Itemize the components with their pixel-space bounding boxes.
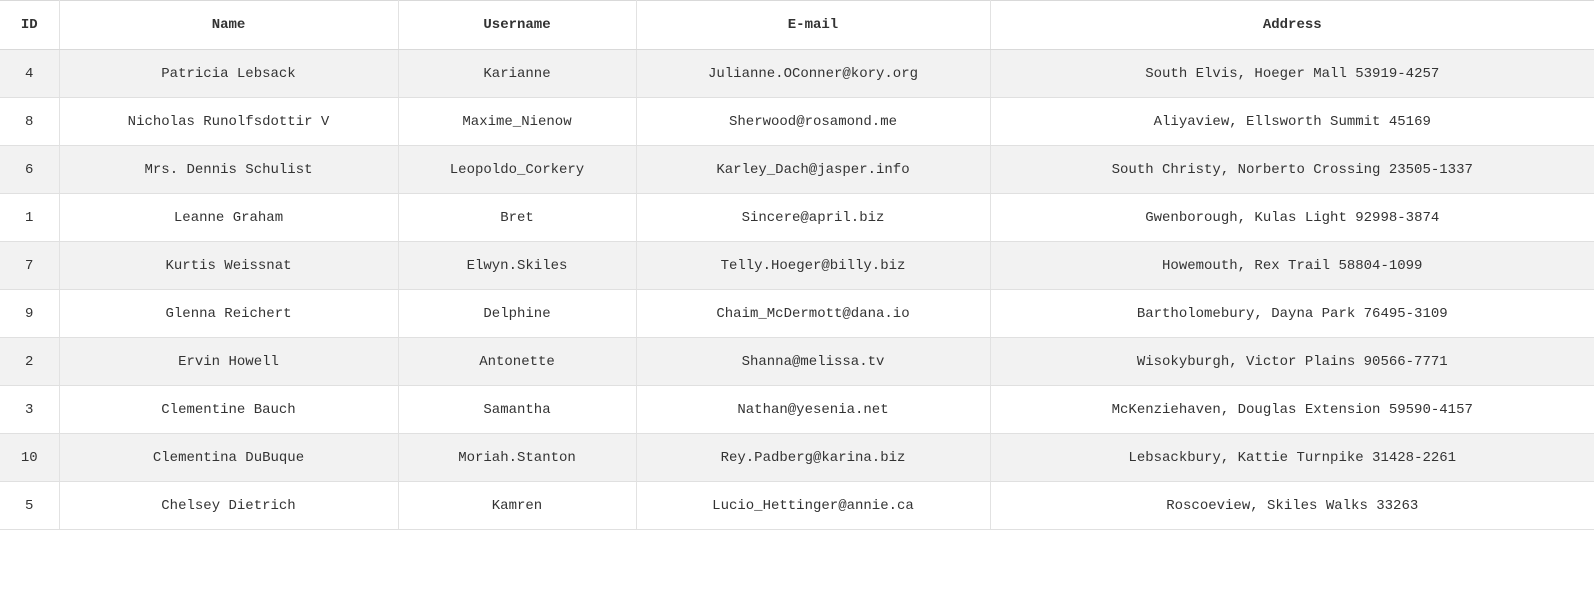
column-header-address[interactable]: Address (990, 0, 1594, 50)
cell-address: South Christy, Norberto Crossing 23505-1… (990, 145, 1594, 194)
column-header-name[interactable]: Name (59, 0, 399, 50)
cell-id: 9 (0, 289, 60, 338)
cell-email: Rey.Padberg@karina.biz (636, 433, 991, 482)
cell-email: Shanna@melissa.tv (636, 337, 991, 386)
cell-name: Mrs. Dennis Schulist (59, 145, 399, 194)
cell-id: 6 (0, 145, 60, 194)
cell-address: Bartholomebury, Dayna Park 76495-3109 (990, 289, 1594, 338)
cell-id: 5 (0, 481, 60, 530)
column-header-username[interactable]: Username (398, 0, 637, 50)
cell-address: Aliyaview, Ellsworth Summit 45169 (990, 97, 1594, 146)
users-table-container: ID Name Username E-mail Address 4 Patric… (0, 0, 1594, 530)
table-row[interactable]: 3 Clementine Bauch Samantha Nathan@yesen… (0, 385, 1594, 434)
cell-id: 7 (0, 241, 60, 290)
cell-username: Leopoldo_Corkery (398, 145, 637, 194)
cell-username: Moriah.Stanton (398, 433, 637, 482)
cell-username: Bret (398, 193, 637, 242)
cell-username: Karianne (398, 49, 637, 98)
cell-name: Patricia Lebsack (59, 49, 399, 98)
cell-id: 2 (0, 337, 60, 386)
column-header-id[interactable]: ID (0, 0, 60, 50)
cell-name: Clementina DuBuque (59, 433, 399, 482)
cell-email: Sincere@april.biz (636, 193, 991, 242)
table-row[interactable]: 10 Clementina DuBuque Moriah.Stanton Rey… (0, 433, 1594, 482)
cell-email: Sherwood@rosamond.me (636, 97, 991, 146)
cell-address: Lebsackbury, Kattie Turnpike 31428-2261 (990, 433, 1594, 482)
cell-name: Kurtis Weissnat (59, 241, 399, 290)
cell-username: Elwyn.Skiles (398, 241, 637, 290)
cell-address: Gwenborough, Kulas Light 92998-3874 (990, 193, 1594, 242)
users-table: ID Name Username E-mail Address 4 Patric… (0, 0, 1594, 530)
cell-id: 4 (0, 49, 60, 98)
table-header: ID Name Username E-mail Address (0, 0, 1594, 50)
table-row[interactable]: 1 Leanne Graham Bret Sincere@april.biz G… (0, 193, 1594, 242)
table-row[interactable]: 4 Patricia Lebsack Karianne Julianne.OCo… (0, 49, 1594, 98)
cell-address: South Elvis, Hoeger Mall 53919-4257 (990, 49, 1594, 98)
cell-name: Glenna Reichert (59, 289, 399, 338)
cell-email: Nathan@yesenia.net (636, 385, 991, 434)
column-header-email[interactable]: E-mail (636, 0, 991, 50)
cell-address: Wisokyburgh, Victor Plains 90566-7771 (990, 337, 1594, 386)
cell-name: Chelsey Dietrich (59, 481, 399, 530)
table-row[interactable]: 2 Ervin Howell Antonette Shanna@melissa.… (0, 337, 1594, 386)
cell-username: Samantha (398, 385, 637, 434)
table-row[interactable]: 6 Mrs. Dennis Schulist Leopoldo_Corkery … (0, 145, 1594, 194)
cell-name: Ervin Howell (59, 337, 399, 386)
header-row: ID Name Username E-mail Address (0, 0, 1594, 50)
cell-id: 8 (0, 97, 60, 146)
cell-address: McKenziehaven, Douglas Extension 59590-4… (990, 385, 1594, 434)
cell-email: Karley_Dach@jasper.info (636, 145, 991, 194)
cell-name: Clementine Bauch (59, 385, 399, 434)
cell-id: 10 (0, 433, 60, 482)
table-row[interactable]: 7 Kurtis Weissnat Elwyn.Skiles Telly.Hoe… (0, 241, 1594, 290)
cell-email: Julianne.OConner@kory.org (636, 49, 991, 98)
cell-name: Leanne Graham (59, 193, 399, 242)
table-row[interactable]: 8 Nicholas Runolfsdottir V Maxime_Nienow… (0, 97, 1594, 146)
table-row[interactable]: 9 Glenna Reichert Delphine Chaim_McDermo… (0, 289, 1594, 338)
cell-name: Nicholas Runolfsdottir V (59, 97, 399, 146)
cell-address: Roscoeview, Skiles Walks 33263 (990, 481, 1594, 530)
cell-username: Kamren (398, 481, 637, 530)
cell-id: 3 (0, 385, 60, 434)
table-body: 4 Patricia Lebsack Karianne Julianne.OCo… (0, 49, 1594, 530)
cell-id: 1 (0, 193, 60, 242)
cell-username: Antonette (398, 337, 637, 386)
cell-address: Howemouth, Rex Trail 58804-1099 (990, 241, 1594, 290)
cell-email: Telly.Hoeger@billy.biz (636, 241, 991, 290)
table-row[interactable]: 5 Chelsey Dietrich Kamren Lucio_Hettinge… (0, 481, 1594, 530)
cell-email: Lucio_Hettinger@annie.ca (636, 481, 991, 530)
cell-username: Maxime_Nienow (398, 97, 637, 146)
cell-email: Chaim_McDermott@dana.io (636, 289, 991, 338)
cell-username: Delphine (398, 289, 637, 338)
